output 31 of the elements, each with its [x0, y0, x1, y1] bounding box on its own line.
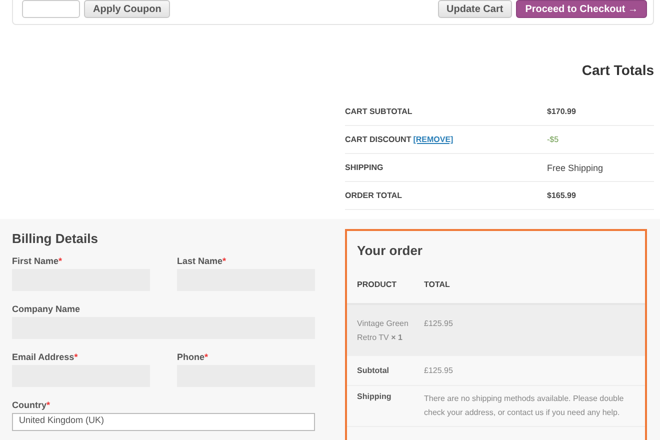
coupon-field[interactable]: [22, 0, 80, 18]
subtotal-label: Subtotal: [357, 366, 390, 375]
field-label: Email Address*: [12, 352, 79, 362]
subtotal-value: £125.95: [424, 366, 454, 375]
totals-label: ORDER TOTAL: [345, 191, 402, 200]
update-cart-button[interactable]: Update Cart: [438, 0, 512, 18]
shipping-label: Shipping: [357, 392, 392, 403]
order-title: Your order: [356, 243, 424, 258]
column-header: PRODUCT: [357, 280, 398, 289]
totals-label: CART SUBTOTAL: [345, 107, 412, 116]
totals-value: Free Shipping: [547, 162, 604, 172]
field-label: Country*: [12, 400, 52, 410]
totals-label: CART DISCOUNT: [345, 135, 412, 144]
country-select[interactable]: United Kingdom (UK): [12, 413, 315, 431]
column-header: TOTAL: [424, 280, 451, 289]
totals-value: -$5: [547, 135, 559, 144]
total-cell-text: £125.95: [424, 318, 454, 330]
totals-label: SHIPPING: [345, 163, 384, 172]
field-label: First Name*: [12, 256, 64, 266]
checkout-button[interactable]: Proceed to Checkout →: [516, 0, 647, 18]
cart-totals-title: Cart Totals: [580, 62, 654, 78]
field-label: Company Name: [12, 304, 82, 314]
totals-value: $170.99: [547, 107, 576, 116]
remove-link[interactable]: [REMOVE]: [413, 135, 454, 144]
field-label: Last Name*: [177, 256, 228, 266]
totals-value: $165.99: [547, 191, 576, 200]
billing-title: Billing Details: [12, 231, 99, 246]
field-label: Phone*: [177, 352, 210, 362]
shipping-message: There are no shipping methods available. Please double check your address, or contact us if you need any help.: [424, 393, 625, 419]
product-cell-text: Vintage Green Retro TV × 1: [357, 318, 410, 344]
apply-coupon-button[interactable]: Apply Coupon: [84, 0, 170, 18]
